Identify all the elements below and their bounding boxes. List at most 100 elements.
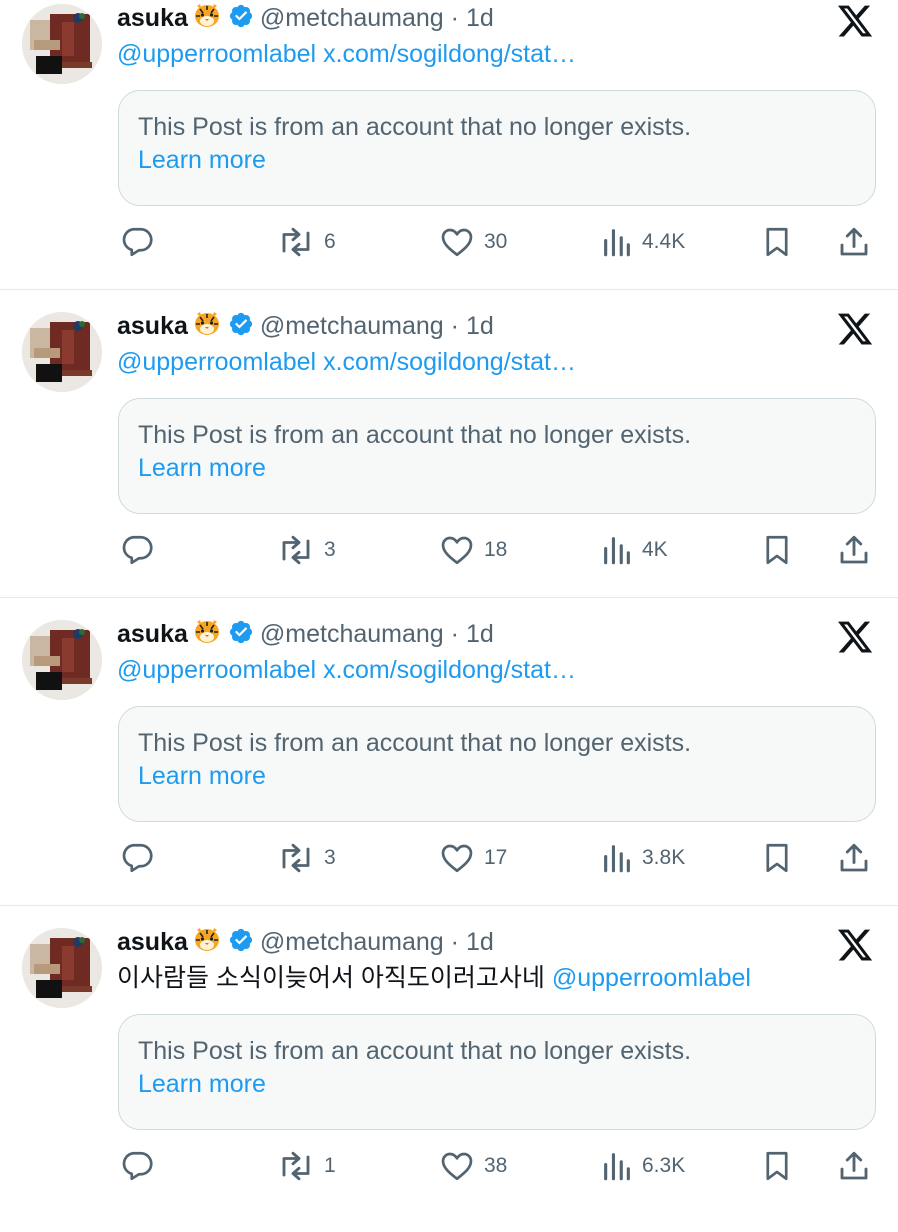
author-handle[interactable]: @metchaumang xyxy=(260,620,444,648)
reply-button[interactable] xyxy=(119,222,163,262)
reply-button[interactable] xyxy=(119,838,163,878)
views-button[interactable]: 6.3K xyxy=(600,1146,685,1186)
reply-icon xyxy=(119,1148,155,1184)
bookmark-button[interactable] xyxy=(760,838,794,878)
heart-icon xyxy=(438,1148,476,1184)
post-header: asuka @metchaumang · 1d xyxy=(117,0,494,37)
author-name[interactable]: asuka xyxy=(117,312,188,340)
post-divider xyxy=(0,905,898,906)
repost-count: 1 xyxy=(324,1154,336,1177)
post-4[interactable]: asuka @metchaumang · 1d 이사람들 소식이늦어서 아직도이러고… xyxy=(0,924,898,1232)
views-button[interactable]: 4.4K xyxy=(600,222,685,262)
reply-icon xyxy=(119,532,155,568)
tiger-face-icon xyxy=(192,0,222,37)
like-button[interactable]: 30 xyxy=(438,222,507,262)
bookmark-button[interactable] xyxy=(760,530,794,570)
repost-icon xyxy=(276,840,316,876)
post-actions: 3 18 4K xyxy=(0,530,898,570)
repost-count: 6 xyxy=(324,230,336,253)
post-body: 이사람들 소식이늦어서 아직도이러고사네 @upperroomlabel xyxy=(117,962,751,994)
avatar[interactable] xyxy=(22,928,102,1008)
reply-button[interactable] xyxy=(119,530,163,570)
author-handle[interactable]: @metchaumang xyxy=(260,312,444,340)
reply-icon xyxy=(119,840,155,876)
quoted-post-unavailable[interactable]: This Post is from an account that no lon… xyxy=(118,1014,876,1130)
x-logo-icon xyxy=(836,618,874,656)
views-icon xyxy=(600,840,634,876)
post-3[interactable]: asuka @metchaumang · 1d @upperroomlabel x.… xyxy=(0,616,898,924)
share-button[interactable] xyxy=(836,838,872,878)
post-link[interactable]: @upperroomlabel xyxy=(117,656,316,684)
post-actions: 6 30 4.4K xyxy=(0,222,898,262)
views-button[interactable]: 3.8K xyxy=(600,838,685,878)
post-link[interactable]: @upperroomlabel xyxy=(117,348,316,376)
post-link[interactable]: x.com/sogildong/stat… xyxy=(323,656,576,684)
heart-icon xyxy=(438,840,476,876)
share-button[interactable] xyxy=(836,1146,872,1186)
quoted-post-unavailable[interactable]: This Post is from an account that no lon… xyxy=(118,706,876,822)
bookmark-icon xyxy=(760,224,794,260)
bookmark-button[interactable] xyxy=(760,222,794,262)
post-time[interactable]: 1d xyxy=(466,4,494,32)
learn-more-link[interactable]: Learn more xyxy=(138,1068,266,1101)
share-icon xyxy=(836,840,872,876)
post-2[interactable]: asuka @metchaumang · 1d @upperroomlabel x.… xyxy=(0,308,898,616)
avatar[interactable] xyxy=(22,620,102,700)
author-name[interactable]: asuka xyxy=(117,928,188,956)
x-logo-icon xyxy=(836,310,874,348)
view-count: 4K xyxy=(642,538,668,561)
learn-more-link[interactable]: Learn more xyxy=(138,452,266,485)
separator-dot: · xyxy=(450,928,459,956)
post-link[interactable]: x.com/sogildong/stat… xyxy=(323,40,576,68)
share-button[interactable] xyxy=(836,530,872,570)
post-time[interactable]: 1d xyxy=(466,312,494,340)
avatar[interactable] xyxy=(22,4,102,84)
post-time[interactable]: 1d xyxy=(466,620,494,648)
repost-button[interactable]: 3 xyxy=(276,530,336,570)
author-handle[interactable]: @metchaumang xyxy=(260,4,444,32)
separator-dot: · xyxy=(450,620,459,648)
quoted-post-unavailable[interactable]: This Post is from an account that no lon… xyxy=(118,90,876,206)
views-button[interactable]: 4K xyxy=(600,530,668,570)
author-name[interactable]: asuka xyxy=(117,4,188,32)
like-button[interactable]: 17 xyxy=(438,838,507,878)
quote-unavailable-text: This Post is from an account that no lon… xyxy=(138,729,692,757)
view-count: 4.4K xyxy=(642,230,686,253)
post-time[interactable]: 1d xyxy=(466,928,494,956)
post-link[interactable]: @upperroomlabel xyxy=(117,40,316,68)
reply-button[interactable] xyxy=(119,1146,163,1186)
learn-more-link[interactable]: Learn more xyxy=(138,760,266,793)
quoted-post-unavailable[interactable]: This Post is from an account that no lon… xyxy=(118,398,876,514)
post-body: @upperroomlabel x.com/sogildong/stat… xyxy=(117,654,576,686)
post-link[interactable]: @upperroomlabel xyxy=(552,964,751,992)
like-button[interactable]: 18 xyxy=(438,530,507,570)
repost-button[interactable]: 1 xyxy=(276,1146,336,1186)
bookmark-button[interactable] xyxy=(760,1146,794,1186)
post-text: 이사람들 소식이늦어서 아직도이러고사네 xyxy=(117,964,545,992)
post-divider xyxy=(0,597,898,598)
share-icon xyxy=(836,224,872,260)
post-actions: 1 38 6.3K xyxy=(0,1146,898,1186)
learn-more-link[interactable]: Learn more xyxy=(138,144,266,177)
like-count: 30 xyxy=(484,230,508,253)
repost-count: 3 xyxy=(324,846,336,869)
author-handle[interactable]: @metchaumang xyxy=(260,928,444,956)
post-link[interactable]: x.com/sogildong/stat… xyxy=(323,348,576,376)
verified-badge-icon xyxy=(228,619,254,652)
repost-count: 3 xyxy=(324,538,336,561)
tiger-face-icon xyxy=(192,308,222,345)
verified-badge-icon xyxy=(228,3,254,36)
post-1[interactable]: asuka @metchaumang · 1d @upperroomlabel x.… xyxy=(0,0,898,308)
share-button[interactable] xyxy=(836,222,872,262)
tiger-face-icon xyxy=(192,616,222,653)
like-button[interactable]: 38 xyxy=(438,1146,507,1186)
repost-button[interactable]: 3 xyxy=(276,838,336,878)
repost-button[interactable]: 6 xyxy=(276,222,336,262)
share-icon xyxy=(836,532,872,568)
post-divider xyxy=(0,289,898,290)
views-icon xyxy=(600,1148,634,1184)
author-name[interactable]: asuka xyxy=(117,620,188,648)
quote-unavailable-text: This Post is from an account that no lon… xyxy=(138,421,692,449)
views-icon xyxy=(600,532,634,568)
avatar[interactable] xyxy=(22,312,102,392)
